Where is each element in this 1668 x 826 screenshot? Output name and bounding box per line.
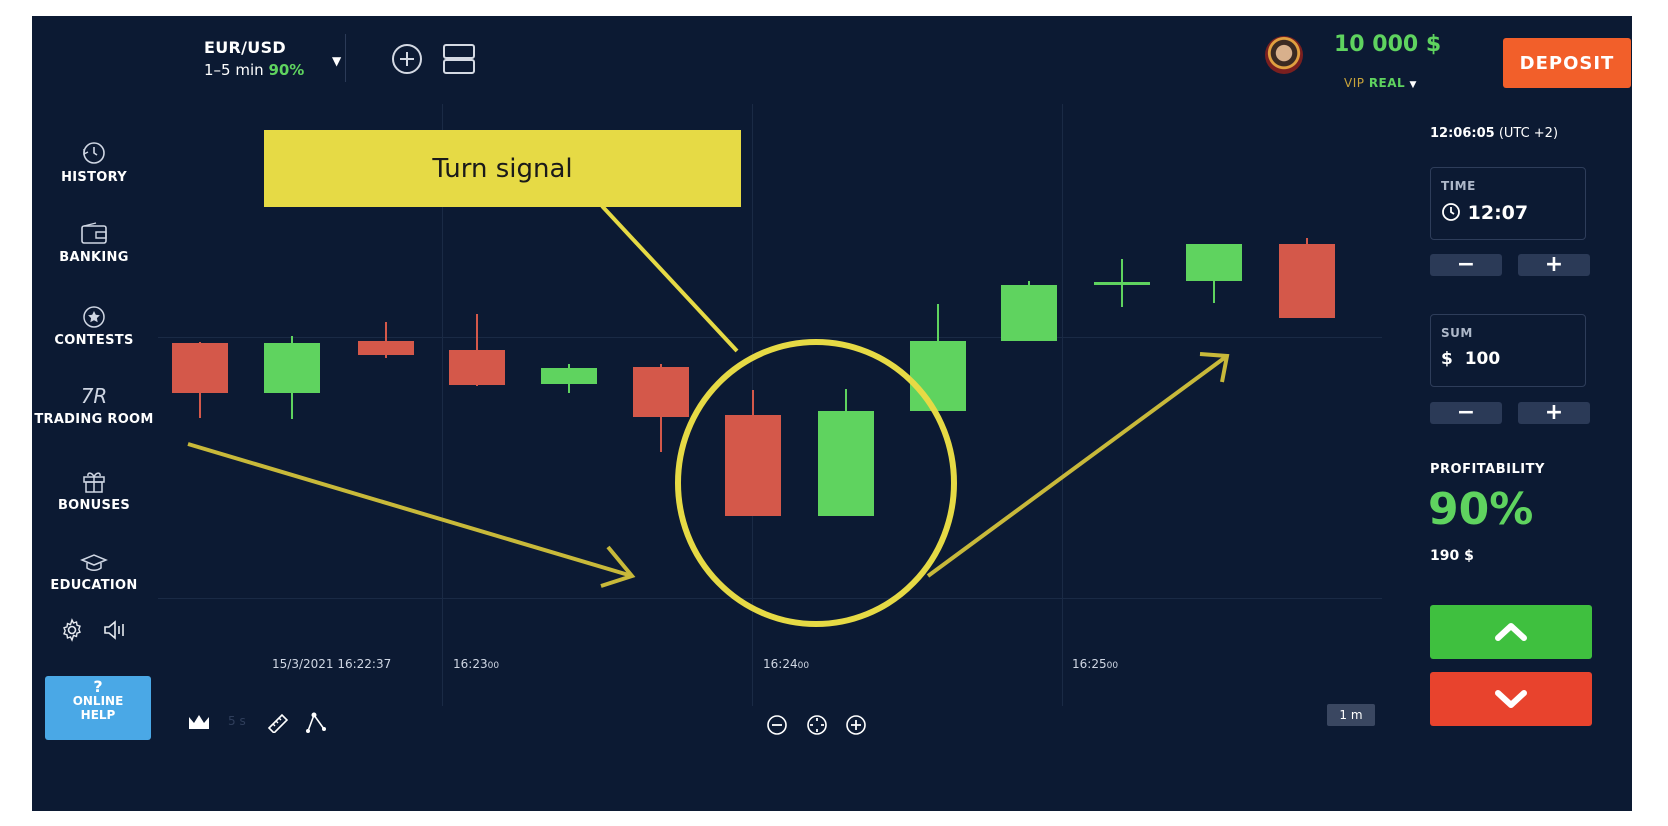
profit-amount: 190 $ (1430, 548, 1474, 564)
chevron-down-icon (1495, 690, 1527, 708)
candle (358, 322, 414, 358)
time-main: 16:23 (453, 657, 488, 671)
sum-field[interactable]: SUM $ 100 (1430, 314, 1586, 387)
uptrend-arrow (926, 352, 1230, 578)
candle (1001, 281, 1057, 341)
candle (725, 390, 781, 516)
sum-value: 100 (1464, 349, 1501, 369)
time-axis-label: 16:2500 (1072, 657, 1118, 671)
time-decrease-button[interactable]: − (1430, 254, 1502, 276)
callout-pointer (600, 204, 739, 353)
time-axis-label: 16:2300 (453, 657, 499, 671)
zoom-in-icon[interactable] (845, 714, 867, 736)
zoom-out-icon[interactable] (766, 714, 788, 736)
currency-symbol: $ (1441, 349, 1453, 369)
candle (910, 304, 966, 411)
candle (1279, 238, 1335, 318)
chart-type-icon[interactable] (187, 713, 211, 731)
candle (1186, 244, 1242, 303)
candle (449, 314, 505, 386)
fit-screen-icon[interactable] (806, 714, 828, 736)
profitability-value: 90% (1428, 484, 1534, 535)
profitability-caption: PROFITABILITY (1430, 462, 1545, 477)
downtrend-arrow (187, 442, 636, 588)
time-axis-label: 15/3/2021 16:22:37 (272, 657, 391, 671)
clock-icon (1442, 203, 1460, 221)
time-main: 15/3/2021 16:22:37 (272, 657, 392, 671)
server-time: 12:06:05 (1430, 126, 1495, 141)
candle (633, 364, 689, 452)
time-axis-label: 16:2400 (763, 657, 809, 671)
time-increase-button[interactable]: + (1518, 254, 1590, 276)
time-main: 16:24 (763, 657, 798, 671)
trading-app: EUR/USD 1–5 min 90% ▼ 10 000 $ VIP REAL … (32, 16, 1632, 811)
timezone: (UTC +2) (1498, 126, 1559, 141)
candle (172, 342, 228, 418)
server-clock: 12:06:05 (UTC +2) (1430, 126, 1558, 141)
sum-value-wrap: $ 100 (1441, 349, 1500, 369)
candle (541, 364, 597, 393)
candle (264, 336, 320, 419)
signal-highlight-circle (675, 339, 957, 627)
time-caption: TIME (1441, 179, 1476, 193)
time-sec: 00 (487, 661, 500, 671)
interval-selector[interactable]: 5 s (228, 714, 246, 728)
time-field[interactable]: TIME 12:07 (1430, 167, 1586, 240)
time-sec: 00 (1106, 661, 1119, 671)
sum-decrease-button[interactable]: − (1430, 402, 1502, 424)
ruler-icon[interactable] (267, 713, 289, 733)
sum-caption: SUM (1441, 326, 1473, 340)
candle (1094, 259, 1150, 307)
timeframe-selector[interactable]: 1 m (1327, 704, 1375, 726)
sum-increase-button[interactable]: + (1518, 402, 1590, 424)
time-main: 16:25 (1072, 657, 1107, 671)
chevron-up-icon (1495, 623, 1527, 641)
time-value-wrap: 12:07 (1441, 202, 1528, 224)
time-sec: 00 (797, 661, 810, 671)
put-down-button[interactable] (1430, 672, 1592, 726)
candle (818, 389, 874, 516)
drawing-tools-icon[interactable] (304, 711, 328, 733)
time-value: 12:07 (1467, 202, 1529, 224)
turn-signal-callout: Turn signal (264, 130, 741, 207)
call-up-button[interactable] (1430, 605, 1592, 659)
